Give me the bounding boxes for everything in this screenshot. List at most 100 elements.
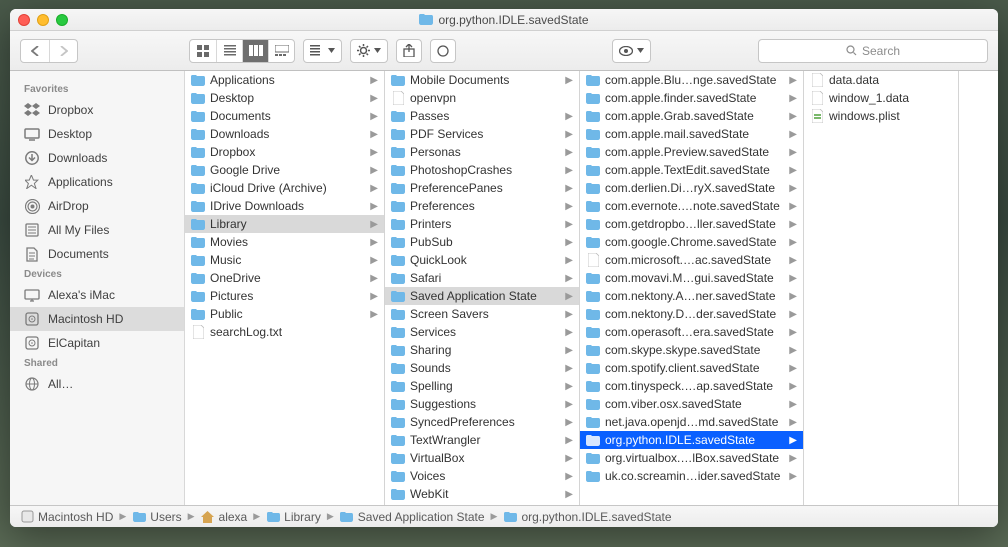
path-item[interactable]: Saved Application State (340, 510, 485, 524)
column-1[interactable]: Applications▶Desktop▶Documents▶Downloads… (185, 71, 385, 505)
sidebar-item-all-[interactable]: All… (10, 372, 184, 396)
path-item[interactable]: Macintosh HD (20, 510, 113, 524)
file-item[interactable]: com.microsoft.…ac.savedState▶ (580, 251, 803, 269)
file-item[interactable]: org.python.IDLE.savedState▶ (580, 431, 803, 449)
file-item[interactable]: com.movavi.M…gui.savedState▶ (580, 269, 803, 287)
file-item[interactable]: com.evernote.…note.savedState▶ (580, 197, 803, 215)
file-item[interactable]: net.java.openjd…md.savedState▶ (580, 413, 803, 431)
file-item[interactable]: IDrive Downloads▶ (185, 197, 384, 215)
file-item[interactable]: uk.co.screamin…ider.savedState▶ (580, 467, 803, 485)
file-item[interactable]: com.apple.TextEdit.savedState▶ (580, 161, 803, 179)
column-4[interactable]: data.datawindow_1.datawindows.plist (804, 71, 959, 505)
path-item[interactable]: Library (266, 510, 321, 524)
zoom-button[interactable] (56, 14, 68, 26)
column-view-button[interactable] (242, 40, 268, 62)
file-item[interactable]: SyncedPreferences▶ (385, 413, 579, 431)
file-item[interactable]: VirtualBox▶ (385, 449, 579, 467)
file-item[interactable]: com.viber.osx.savedState▶ (580, 395, 803, 413)
file-item[interactable]: com.google.Chrome.savedState▶ (580, 233, 803, 251)
sidebar-item-alexa-s-imac[interactable]: Alexa's iMac (10, 283, 184, 307)
file-item[interactable]: searchLog.txt (185, 323, 384, 341)
sidebar-item-elcapitan[interactable]: ElCapitan (10, 331, 184, 355)
file-item[interactable]: QuickLook▶ (385, 251, 579, 269)
file-item[interactable]: Sounds▶ (385, 359, 579, 377)
column-2[interactable]: Mobile Documents▶openvpnPasses▶PDF Servi… (385, 71, 580, 505)
file-item[interactable]: Google Drive▶ (185, 161, 384, 179)
file-item[interactable]: Library▶ (185, 215, 384, 233)
file-item[interactable]: com.getdropbo…ller.savedState▶ (580, 215, 803, 233)
sidebar-item-documents[interactable]: Documents (10, 242, 184, 266)
file-item[interactable]: com.operasoft…era.savedState▶ (580, 323, 803, 341)
file-item[interactable]: windows.plist (804, 107, 958, 125)
sidebar-item-desktop[interactable]: Desktop (10, 122, 184, 146)
file-item[interactable]: PhotoshopCrashes▶ (385, 161, 579, 179)
list-view-button[interactable] (216, 40, 242, 62)
file-item[interactable]: com.nektony.D…der.savedState▶ (580, 305, 803, 323)
quicklook-button[interactable] (612, 39, 651, 63)
file-item[interactable]: Desktop▶ (185, 89, 384, 107)
file-item[interactable]: iCloud Drive (Archive)▶ (185, 179, 384, 197)
file-item[interactable]: WebKit▶ (385, 485, 579, 503)
file-item[interactable]: com.apple.Grab.savedState▶ (580, 107, 803, 125)
file-item[interactable]: Preferences▶ (385, 197, 579, 215)
file-item[interactable]: Documents▶ (185, 107, 384, 125)
action-button[interactable] (350, 39, 388, 63)
sidebar-item-macintosh-hd[interactable]: Macintosh HD (10, 307, 184, 331)
file-item[interactable]: Screen Savers▶ (385, 305, 579, 323)
file-item[interactable]: Passes▶ (385, 107, 579, 125)
file-item[interactable]: Movies▶ (185, 233, 384, 251)
file-item[interactable]: com.nektony.A…ner.savedState▶ (580, 287, 803, 305)
file-item[interactable]: Printers▶ (385, 215, 579, 233)
file-item[interactable]: com.derlien.Di…ryX.savedState▶ (580, 179, 803, 197)
file-item[interactable]: Safari▶ (385, 269, 579, 287)
sidebar-item-airdrop[interactable]: AirDrop (10, 194, 184, 218)
file-item[interactable]: com.apple.finder.savedState▶ (580, 89, 803, 107)
file-item[interactable]: PubSub▶ (385, 233, 579, 251)
file-item[interactable]: TextWrangler▶ (385, 431, 579, 449)
file-item[interactable]: Downloads▶ (185, 125, 384, 143)
file-item[interactable]: Mobile Documents▶ (385, 71, 579, 89)
sidebar-item-dropbox[interactable]: Dropbox (10, 98, 184, 122)
share-button[interactable] (396, 39, 422, 63)
file-item[interactable]: Pictures▶ (185, 287, 384, 305)
icon-view-button[interactable] (190, 40, 216, 62)
file-item[interactable]: Dropbox▶ (185, 143, 384, 161)
path-item[interactable]: alexa (201, 510, 248, 524)
file-item[interactable]: data.data (804, 71, 958, 89)
file-item[interactable]: Suggestions▶ (385, 395, 579, 413)
file-item[interactable]: com.apple.Blu…nge.savedState▶ (580, 71, 803, 89)
file-item[interactable]: window_1.data (804, 89, 958, 107)
column-3[interactable]: com.apple.Blu…nge.savedState▶com.apple.f… (580, 71, 804, 505)
file-item[interactable]: com.apple.mail.savedState▶ (580, 125, 803, 143)
file-item[interactable]: Public▶ (185, 305, 384, 323)
file-item[interactable]: Applications▶ (185, 71, 384, 89)
file-item[interactable]: Spelling▶ (385, 377, 579, 395)
sidebar-item-downloads[interactable]: Downloads (10, 146, 184, 170)
file-item[interactable]: Personas▶ (385, 143, 579, 161)
sidebar-item-applications[interactable]: Applications (10, 170, 184, 194)
titlebar[interactable]: org.python.IDLE.savedState (10, 9, 998, 31)
tags-button[interactable] (430, 39, 456, 63)
path-item[interactable]: Users (132, 510, 181, 524)
file-item[interactable]: com.tinyspeck.…ap.savedState▶ (580, 377, 803, 395)
file-item[interactable]: Music▶ (185, 251, 384, 269)
forward-button[interactable] (49, 40, 77, 62)
file-item[interactable]: com.spotify.client.savedState▶ (580, 359, 803, 377)
back-button[interactable] (21, 40, 49, 62)
file-item[interactable]: Voices▶ (385, 467, 579, 485)
file-item[interactable]: com.apple.Preview.savedState▶ (580, 143, 803, 161)
file-item[interactable]: OneDrive▶ (185, 269, 384, 287)
file-item[interactable]: org.virtualbox.…lBox.savedState▶ (580, 449, 803, 467)
file-item[interactable]: Sharing▶ (385, 341, 579, 359)
minimize-button[interactable] (37, 14, 49, 26)
file-item[interactable]: Services▶ (385, 323, 579, 341)
file-item[interactable]: com.skype.skype.savedState▶ (580, 341, 803, 359)
path-item[interactable]: org.python.IDLE.savedState (503, 510, 671, 524)
close-button[interactable] (18, 14, 30, 26)
file-item[interactable]: Saved Application State▶ (385, 287, 579, 305)
file-item[interactable]: openvpn (385, 89, 579, 107)
sidebar-item-all-my-files[interactable]: All My Files (10, 218, 184, 242)
search-field[interactable]: Search (758, 39, 988, 63)
file-item[interactable]: PreferencePanes▶ (385, 179, 579, 197)
arrange-button[interactable] (303, 39, 342, 63)
